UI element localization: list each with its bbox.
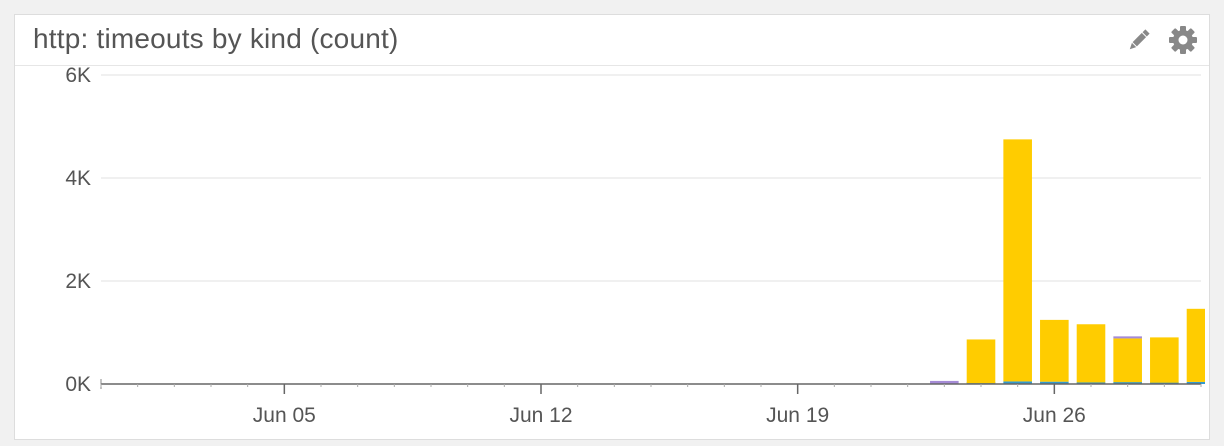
x-tick-label: Jun 26 [1023, 404, 1086, 427]
bar [1040, 319, 1069, 382]
chart-area: 0K 2K 4K 6K Jun 05 Jun 12 Jun 19 Jun 26 [65, 65, 1205, 427]
x-tick-label: Jun 05 [253, 404, 316, 427]
y-tick-label: 0K [65, 373, 91, 396]
gear-icon[interactable] [1167, 24, 1199, 56]
bar [1076, 324, 1106, 383]
bar [1113, 338, 1142, 383]
x-tick-label: Jun 19 [766, 404, 829, 427]
bar [1186, 308, 1205, 382]
bar [1113, 336, 1142, 339]
y-tick-label: 4K [65, 167, 91, 190]
bar [966, 339, 996, 384]
x-tick-label: Jun 12 [509, 404, 572, 427]
widget-tools [1123, 24, 1199, 56]
bars [930, 139, 1205, 384]
grid-lines [101, 74, 1201, 282]
y-tick-label: 6K [65, 65, 91, 87]
widget-title: http: timeouts by kind (count) [33, 23, 399, 54]
bar [1150, 337, 1179, 383]
bar [1003, 139, 1032, 382]
timeseries-widget: http: timeouts by kind (count) 0K 2K 4K … [14, 14, 1210, 440]
widget-header: http: timeouts by kind (count) [15, 15, 1209, 66]
pencil-icon[interactable] [1123, 24, 1155, 56]
y-tick-label: 2K [65, 270, 91, 293]
